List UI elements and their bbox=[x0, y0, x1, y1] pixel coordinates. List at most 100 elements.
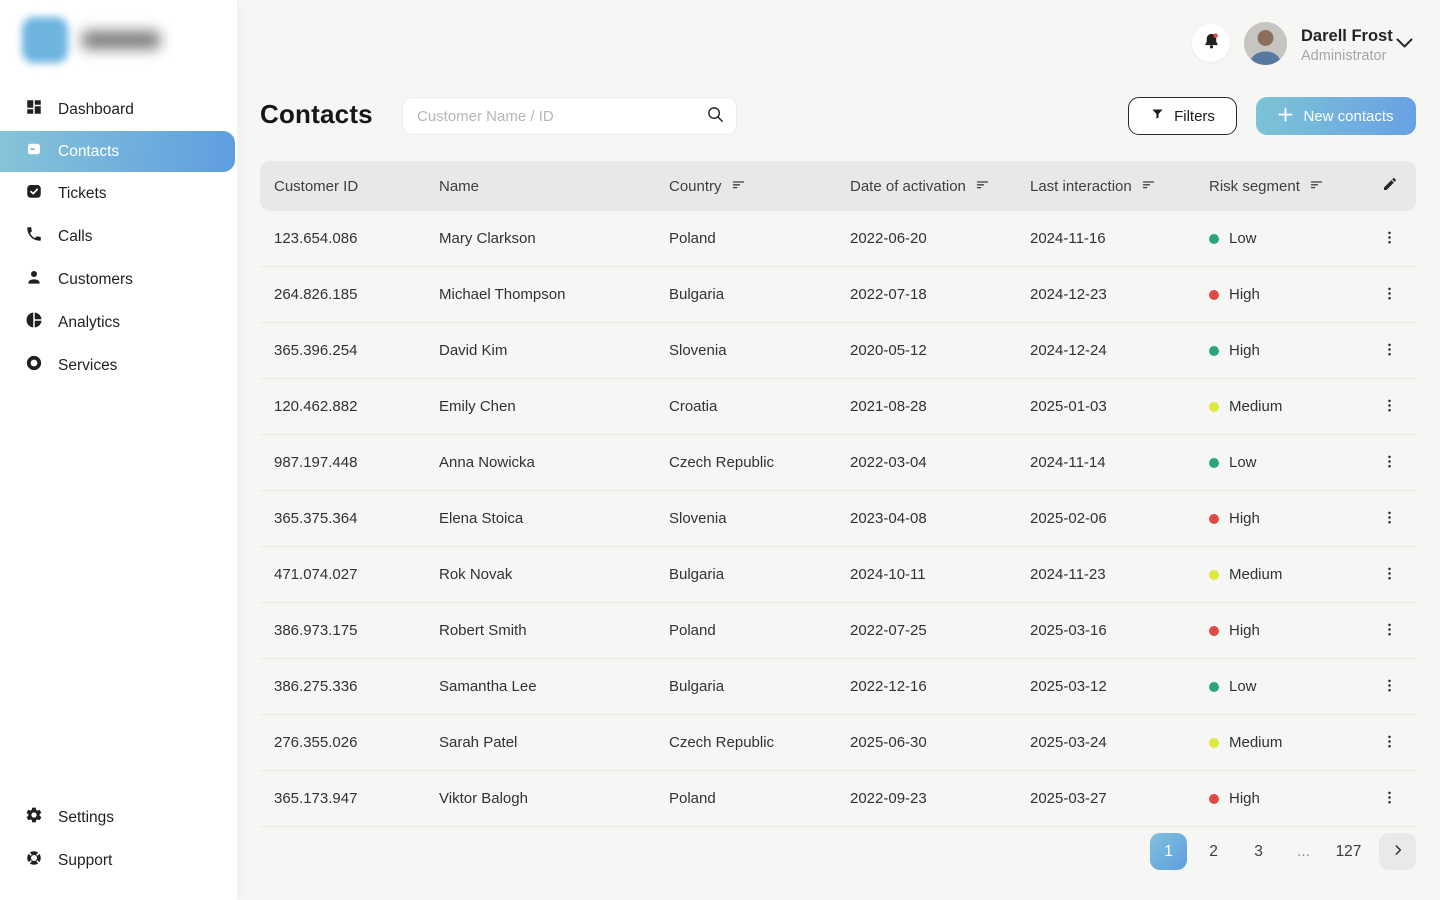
column-label: Name bbox=[439, 178, 479, 195]
user-info[interactable]: Darell Frost Administrator bbox=[1301, 26, 1393, 65]
row-menu-button[interactable] bbox=[1363, 277, 1416, 313]
pagination-page-3[interactable]: 3 bbox=[1240, 833, 1277, 870]
row-menu-button[interactable] bbox=[1363, 781, 1416, 817]
sidebar-item-calls[interactable]: Calls bbox=[0, 215, 237, 258]
sidebar-item-settings[interactable]: Settings bbox=[0, 796, 237, 839]
cell-date-of-activation: 2022-07-25 bbox=[850, 622, 1030, 639]
cell-last-interaction: 2024-12-24 bbox=[1030, 342, 1209, 359]
pagination: 123...127 bbox=[260, 833, 1416, 870]
tickets-icon bbox=[25, 182, 43, 205]
column-header-country[interactable]: Country bbox=[669, 177, 850, 196]
sort-icon[interactable] bbox=[1141, 177, 1156, 196]
table-row[interactable]: 471.074.027 Rok Novak Bulgaria 2024-10-1… bbox=[260, 547, 1416, 603]
table-row[interactable]: 264.826.185 Michael Thompson Bulgaria 20… bbox=[260, 267, 1416, 323]
kebab-icon bbox=[1382, 342, 1397, 360]
sidebar-item-support[interactable]: Support bbox=[0, 839, 237, 882]
cell-last-interaction: 2025-02-06 bbox=[1030, 510, 1209, 527]
risk-label: Medium bbox=[1229, 566, 1282, 583]
kebab-icon bbox=[1382, 566, 1397, 584]
table-row[interactable]: 120.462.882 Emily Chen Croatia 2021-08-2… bbox=[260, 379, 1416, 435]
brand-logo bbox=[22, 17, 160, 63]
sidebar-item-tickets[interactable]: Tickets bbox=[0, 172, 237, 215]
cell-date-of-activation: 2022-12-16 bbox=[850, 678, 1030, 695]
cell-last-interaction: 2024-12-23 bbox=[1030, 286, 1209, 303]
risk-label: High bbox=[1229, 342, 1260, 359]
risk-dot bbox=[1209, 290, 1219, 300]
notifications-button[interactable] bbox=[1192, 24, 1230, 62]
cell-risk-segment: Low bbox=[1209, 678, 1363, 695]
column-header-risk-segment[interactable]: Risk segment bbox=[1209, 177, 1363, 196]
row-menu-button[interactable] bbox=[1363, 501, 1416, 537]
risk-dot bbox=[1209, 682, 1219, 692]
risk-dot bbox=[1209, 514, 1219, 524]
avatar[interactable] bbox=[1244, 22, 1287, 65]
cell-customer-id: 386.973.175 bbox=[260, 622, 439, 639]
column-label: Last interaction bbox=[1030, 178, 1132, 195]
sidebar-item-services[interactable]: Services bbox=[0, 344, 237, 387]
row-menu-button[interactable] bbox=[1363, 557, 1416, 593]
column-header-edit[interactable] bbox=[1363, 176, 1416, 196]
kebab-icon bbox=[1382, 622, 1397, 640]
sidebar-nav: Dashboard Contacts Tickets Calls Custome bbox=[0, 88, 237, 387]
cell-last-interaction: 2024-11-14 bbox=[1030, 454, 1209, 471]
search-input[interactable] bbox=[417, 108, 706, 125]
table-row[interactable]: 365.375.364 Elena Stoica Slovenia 2023-0… bbox=[260, 491, 1416, 547]
search-icon[interactable] bbox=[706, 105, 724, 128]
brand-logo-mark bbox=[22, 17, 68, 63]
cell-risk-segment: Medium bbox=[1209, 734, 1363, 751]
table-row[interactable]: 386.973.175 Robert Smith Poland 2022-07-… bbox=[260, 603, 1416, 659]
risk-label: Low bbox=[1229, 678, 1257, 695]
sidebar-item-label: Services bbox=[58, 357, 117, 375]
cell-date-of-activation: 2023-04-08 bbox=[850, 510, 1030, 527]
sidebar-item-analytics[interactable]: Analytics bbox=[0, 301, 237, 344]
sort-icon[interactable] bbox=[975, 177, 990, 196]
cell-name: Sarah Patel bbox=[439, 734, 669, 751]
cell-country: Poland bbox=[669, 790, 850, 807]
gear-icon bbox=[25, 806, 43, 829]
cell-date-of-activation: 2025-06-30 bbox=[850, 734, 1030, 751]
cell-last-interaction: 2025-03-16 bbox=[1030, 622, 1209, 639]
row-menu-button[interactable] bbox=[1363, 613, 1416, 649]
cell-name: Viktor Balogh bbox=[439, 790, 669, 807]
column-header-customer-id: Customer ID bbox=[260, 178, 439, 195]
column-label: Country bbox=[669, 178, 722, 195]
table-row[interactable]: 123.654.086 Mary Clarkson Poland 2022-06… bbox=[260, 211, 1416, 267]
sidebar-item-dashboard[interactable]: Dashboard bbox=[0, 88, 237, 131]
risk-label: High bbox=[1229, 622, 1260, 639]
kebab-icon bbox=[1382, 510, 1397, 528]
table-row[interactable]: 365.396.254 David Kim Slovenia 2020-05-1… bbox=[260, 323, 1416, 379]
cell-country: Poland bbox=[669, 230, 850, 247]
cell-last-interaction: 2024-11-16 bbox=[1030, 230, 1209, 247]
sort-icon[interactable] bbox=[731, 177, 746, 196]
pagination-page-127[interactable]: 127 bbox=[1330, 833, 1367, 870]
row-menu-button[interactable] bbox=[1363, 445, 1416, 481]
pagination-page-2[interactable]: 2 bbox=[1195, 833, 1232, 870]
column-label: Risk segment bbox=[1209, 178, 1300, 195]
chevron-right-icon bbox=[1391, 843, 1405, 860]
row-menu-button[interactable] bbox=[1363, 725, 1416, 761]
new-contacts-button[interactable]: New contacts bbox=[1256, 97, 1416, 135]
table-row[interactable]: 365.173.947 Viktor Balogh Poland 2022-09… bbox=[260, 771, 1416, 827]
search-box bbox=[402, 97, 737, 135]
row-menu-button[interactable] bbox=[1363, 389, 1416, 425]
sidebar-item-contacts[interactable]: Contacts bbox=[0, 131, 235, 172]
cell-country: Poland bbox=[669, 622, 850, 639]
row-menu-button[interactable] bbox=[1363, 669, 1416, 705]
sidebar-item-label: Calls bbox=[58, 228, 92, 246]
row-menu-button[interactable] bbox=[1363, 221, 1416, 257]
table-row[interactable]: 987.197.448 Anna Nowicka Czech Republic … bbox=[260, 435, 1416, 491]
filters-button[interactable]: Filters bbox=[1128, 97, 1237, 135]
table-row[interactable]: 276.355.026 Sarah Patel Czech Republic 2… bbox=[260, 715, 1416, 771]
pagination-next-button[interactable] bbox=[1379, 833, 1416, 870]
chevron-down-icon[interactable] bbox=[1396, 37, 1413, 52]
person-icon bbox=[25, 268, 43, 291]
sort-icon[interactable] bbox=[1309, 177, 1324, 196]
cell-customer-id: 987.197.448 bbox=[260, 454, 439, 471]
sidebar-item-customers[interactable]: Customers bbox=[0, 258, 237, 301]
table-row[interactable]: 386.275.336 Samantha Lee Bulgaria 2022-1… bbox=[260, 659, 1416, 715]
pagination-page-1[interactable]: 1 bbox=[1150, 833, 1187, 870]
cell-risk-segment: Medium bbox=[1209, 398, 1363, 415]
column-header-date-of-activation[interactable]: Date of activation bbox=[850, 177, 1030, 196]
row-menu-button[interactable] bbox=[1363, 333, 1416, 369]
column-header-last-interaction[interactable]: Last interaction bbox=[1030, 177, 1209, 196]
